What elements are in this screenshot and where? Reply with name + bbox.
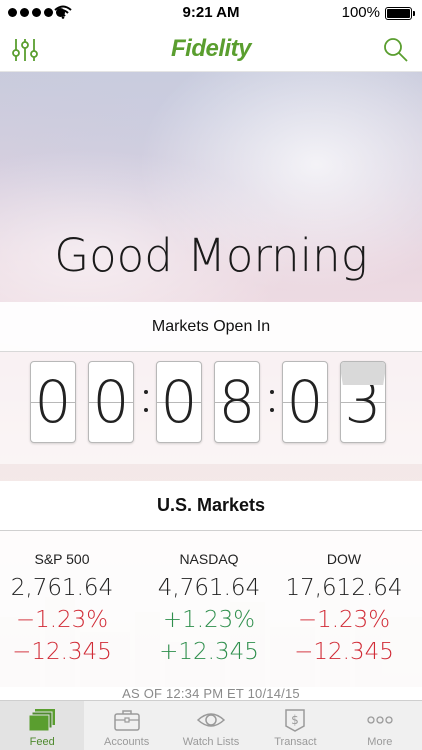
battery-percent: 100%: [341, 4, 380, 21]
dollar-tag-icon: $: [285, 709, 306, 732]
countdown-digit: 0: [30, 361, 76, 443]
market-point-change: −12.345: [12, 639, 112, 665]
search-icon: [384, 38, 408, 62]
us-markets-card[interactable]: U.S. Markets S&P 500 2,761.64 −1.23% −12…: [0, 481, 422, 703]
battery-icon: [385, 7, 415, 20]
countdown-separator: [143, 386, 149, 416]
tab-accounts[interactable]: Accounts: [84, 701, 168, 750]
market-value: 17,612.64: [285, 575, 403, 601]
greeting-text: Good Morning: [54, 229, 368, 282]
markets-open-header: Markets Open In: [0, 302, 422, 352]
tab-watch-lists[interactable]: Watch Lists: [169, 701, 253, 750]
market-percent-change: −1.23%: [297, 607, 391, 633]
us-markets-title: U.S. Markets: [0, 481, 422, 531]
countdown-separator: [269, 386, 275, 416]
countdown-digit: 3: [340, 361, 386, 443]
countdown-digit: 0: [282, 361, 328, 443]
tab-label: More: [367, 736, 393, 748]
market-value: 2,761.64: [10, 575, 114, 601]
countdown-timer: 0 0 0 8 0 3: [0, 352, 422, 464]
countdown-digit: 0: [156, 361, 202, 443]
market-name: DOW: [326, 551, 362, 567]
tab-label: Feed: [29, 736, 55, 748]
countdown-digit: 8: [214, 361, 260, 443]
eye-icon: [196, 713, 226, 727]
tab-label: Accounts: [103, 736, 150, 748]
market-nasdaq[interactable]: NASDAQ 4,761.64 +1.23% +12.345: [139, 551, 279, 671]
tab-feed[interactable]: Feed: [0, 701, 85, 750]
nav-bar: Fidelity: [0, 26, 422, 72]
status-bar: 9:21 AM 100%: [0, 0, 422, 26]
tab-transact[interactable]: $ Transact: [253, 701, 337, 750]
tab-label: Watch Lists: [182, 736, 240, 748]
countdown-digit: 0: [88, 361, 134, 443]
tab-more[interactable]: More: [338, 701, 422, 750]
search-button[interactable]: [382, 36, 410, 64]
market-percent-change: +1.23%: [162, 607, 256, 633]
market-dow[interactable]: DOW 17,612.64 −1.23% −12.345: [274, 551, 414, 671]
feed-stack-icon: [28, 709, 56, 732]
market-name: NASDAQ: [179, 551, 239, 567]
more-dots-icon: [367, 716, 393, 724]
tab-bar: Feed Accounts Watch Lists $ Transact Mor…: [0, 700, 422, 750]
market-percent-change: −1.23%: [15, 607, 109, 633]
market-point-change: −12.345: [294, 639, 394, 665]
market-value: 4,761.64: [157, 575, 261, 601]
tab-label: Transact: [274, 736, 317, 748]
market-point-change: +12.345: [159, 639, 259, 665]
as-of-timestamp: AS OF 12:34 PM ET 10/14/15: [122, 686, 300, 701]
svg-text:$: $: [292, 713, 300, 727]
market-sp500[interactable]: S&P 500 2,761.64 −1.23% −12.345: [0, 551, 132, 671]
briefcase-icon: [113, 710, 140, 731]
brand-logo: Fidelity: [170, 35, 252, 62]
market-name: S&P 500: [34, 551, 90, 567]
